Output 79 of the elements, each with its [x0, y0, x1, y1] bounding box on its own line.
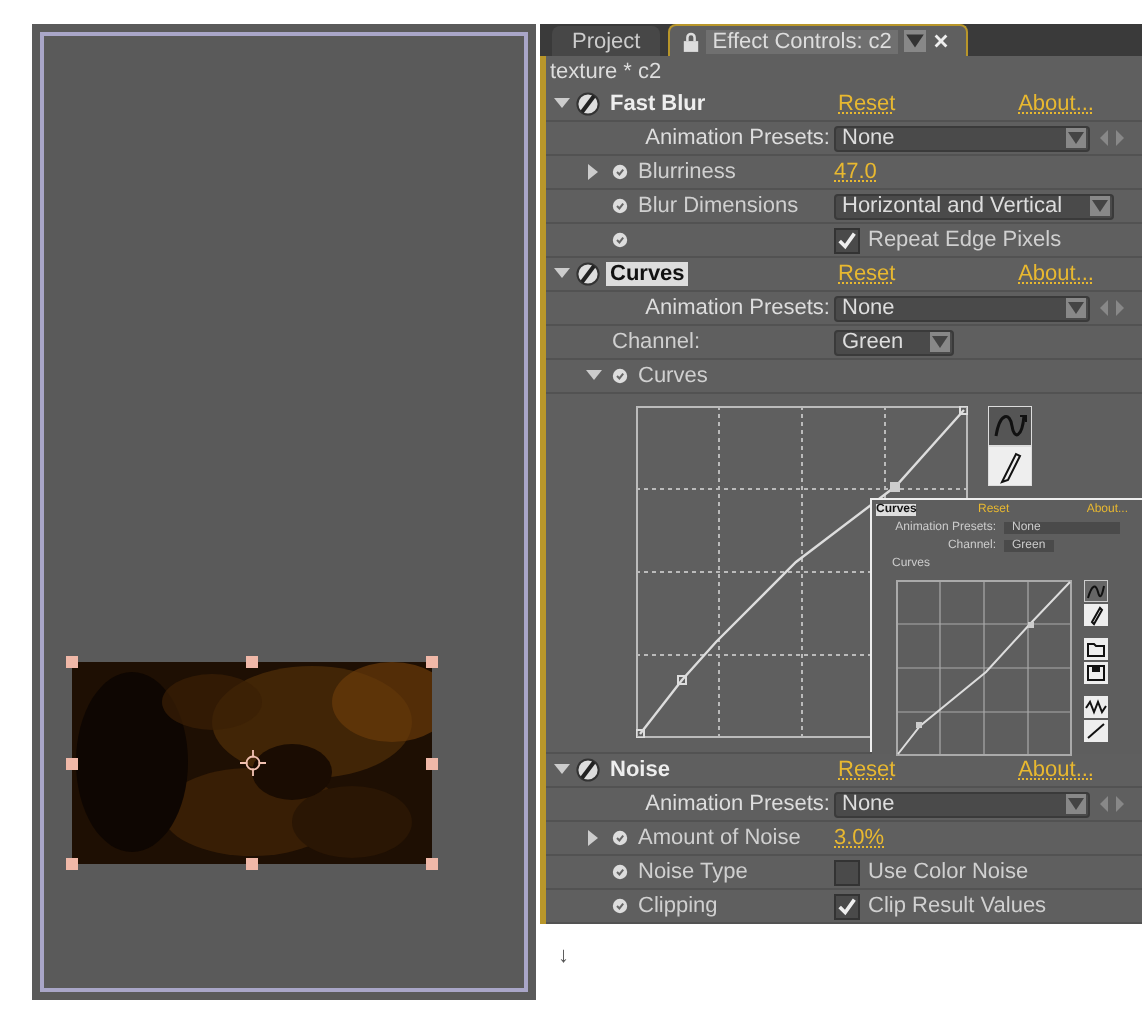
about-link[interactable]: About... [1018, 262, 1094, 286]
twirl-arrow-icon[interactable] [554, 762, 570, 778]
effect-toggle-icon[interactable] [576, 262, 600, 286]
layer-path: texture * c2 [548, 58, 664, 88]
resize-handle[interactable] [66, 757, 78, 769]
pencil-icon [1084, 604, 1108, 626]
effect-name[interactable]: Curves [606, 262, 689, 286]
stopwatch-icon[interactable] [612, 232, 628, 248]
resize-handle[interactable] [246, 858, 258, 870]
resize-handle[interactable] [66, 858, 78, 870]
lock-icon[interactable] [682, 29, 701, 53]
twirl-arrow-icon[interactable] [586, 164, 602, 180]
checkbox-label: Repeat Edge Pixels [868, 228, 1062, 252]
smooth-icon [1084, 696, 1108, 718]
checkbox[interactable] [834, 227, 860, 253]
effect-name[interactable]: Noise [606, 758, 674, 782]
stopwatch-icon[interactable] [612, 898, 628, 914]
dimensions-dropdown[interactable]: Horizontal and Vertical [834, 193, 1114, 219]
tab-label[interactable]: Project [572, 29, 641, 53]
twirl-arrow-icon[interactable] [586, 830, 602, 846]
value-field[interactable]: 47.0 [834, 160, 877, 184]
stopwatch-icon[interactable] [612, 198, 628, 214]
tab-label[interactable]: Effect Controls: c2 [706, 29, 898, 53]
curve-tool-icon [1084, 580, 1108, 602]
dropdown-arrow-icon[interactable] [1066, 794, 1086, 814]
checkbox-label: Use Color Noise [868, 860, 1029, 884]
dropdown-arrow-icon[interactable] [1066, 128, 1086, 148]
anchor-point-icon[interactable] [240, 750, 266, 776]
property-label: Noise Type [638, 860, 748, 884]
curve-tool-icon[interactable] [988, 406, 1032, 446]
effect-toggle-icon[interactable] [576, 758, 600, 782]
panel-tab[interactable]: Project [552, 26, 661, 56]
value-field[interactable]: 3.0% [834, 826, 885, 850]
property-label: Blur Dimensions [638, 194, 799, 218]
folder-icon [1084, 638, 1108, 660]
reset-link[interactable]: Reset [838, 92, 896, 116]
twirl-arrow-icon[interactable] [586, 368, 602, 384]
property-label: Channel: [612, 330, 701, 354]
property-label: Curves [638, 364, 708, 388]
dropdown-arrow-icon[interactable] [903, 30, 926, 52]
stopwatch-icon[interactable] [612, 864, 628, 880]
resize-handle[interactable] [66, 656, 78, 668]
arrow-mark: ↓ [558, 944, 569, 968]
property-label: Clipping [638, 894, 718, 918]
checkbox[interactable] [834, 893, 860, 919]
save-icon [1084, 662, 1108, 684]
presets-dropdown[interactable]: None [834, 295, 1090, 321]
presets-label: Animation Presets: [645, 296, 830, 320]
stopwatch-icon[interactable] [612, 164, 628, 180]
twirl-arrow-icon[interactable] [554, 266, 570, 282]
stopwatch-icon[interactable] [612, 368, 628, 384]
presets-dropdown[interactable]: None [834, 125, 1090, 151]
stopwatch-icon[interactable] [612, 830, 628, 846]
about-link[interactable]: About... [1018, 92, 1094, 116]
line-icon [1084, 720, 1108, 742]
reset-link[interactable]: Reset [838, 262, 896, 286]
pencil-icon[interactable] [988, 446, 1032, 486]
checkbox[interactable] [834, 859, 860, 885]
presets-dropdown[interactable]: None [834, 791, 1090, 817]
reset-link[interactable]: Reset [838, 758, 896, 782]
dropdown-arrow-icon[interactable] [1090, 196, 1110, 216]
about-link[interactable]: About... [1018, 758, 1094, 782]
channel-dropdown[interactable]: Green [834, 329, 954, 355]
dropdown-arrow-icon[interactable] [930, 332, 950, 352]
panel-tab[interactable]: Effect Controls: c2 [668, 24, 968, 56]
dropdown-arrow-icon[interactable] [1066, 298, 1086, 318]
twirl-arrow-icon[interactable] [554, 96, 570, 112]
resize-handle[interactable] [426, 757, 438, 769]
resize-handle[interactable] [426, 656, 438, 668]
property-label: Blurriness [638, 160, 736, 184]
close-icon[interactable] [931, 32, 950, 50]
presets-label: Animation Presets: [645, 792, 830, 816]
effect-name[interactable]: Fast Blur [606, 92, 710, 116]
checkbox-label: Clip Result Values [868, 894, 1047, 918]
effect-toggle-icon[interactable] [576, 92, 600, 116]
presets-label: Animation Presets: [645, 126, 830, 150]
resize-handle[interactable] [426, 858, 438, 870]
property-label: Amount of Noise [638, 826, 801, 850]
resize-handle[interactable] [246, 656, 258, 668]
